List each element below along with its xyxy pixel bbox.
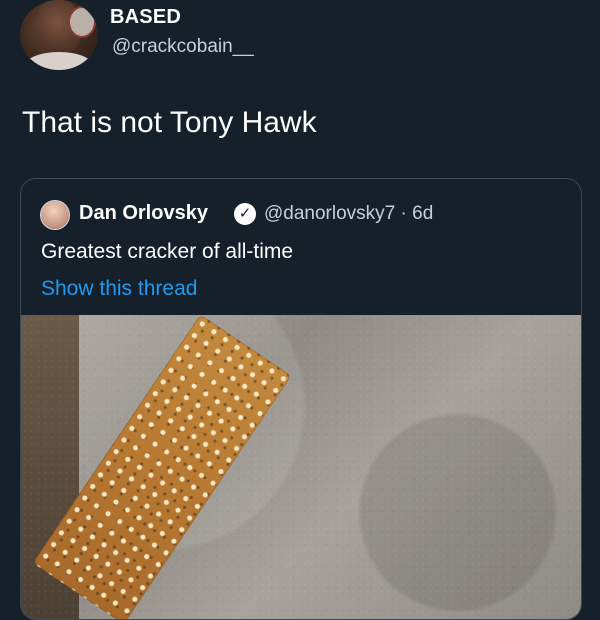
tweet: BASED @crackcobain__ That is not Tony Ha… [0, 0, 600, 620]
verified-badge-icon: ✓ [234, 203, 256, 225]
quoted-tweet-text: Greatest cracker of all-time [41, 240, 294, 263]
avatar-shirt [24, 52, 94, 70]
quoted-author-name[interactable]: Dan Orlovsky [79, 202, 208, 225]
show-thread-link[interactable]: Show this thread [41, 277, 197, 301]
quoted-author-avatar[interactable] [40, 200, 70, 230]
quoted-author-handle-time[interactable]: @danorlovsky7 · 6d [264, 203, 433, 225]
tweet-text: That is not Tony Hawk [22, 106, 317, 139]
quoted-tweet-photo[interactable] [21, 314, 581, 619]
avatar-badge [68, 6, 96, 38]
author-name[interactable]: BASED [110, 6, 181, 29]
quoted-tweet-card[interactable]: Dan Orlovsky ✓ @danorlovsky7 · 6d Greate… [20, 178, 582, 620]
author-handle[interactable]: @crackcobain__ [112, 36, 254, 58]
author-avatar[interactable] [20, 0, 98, 70]
